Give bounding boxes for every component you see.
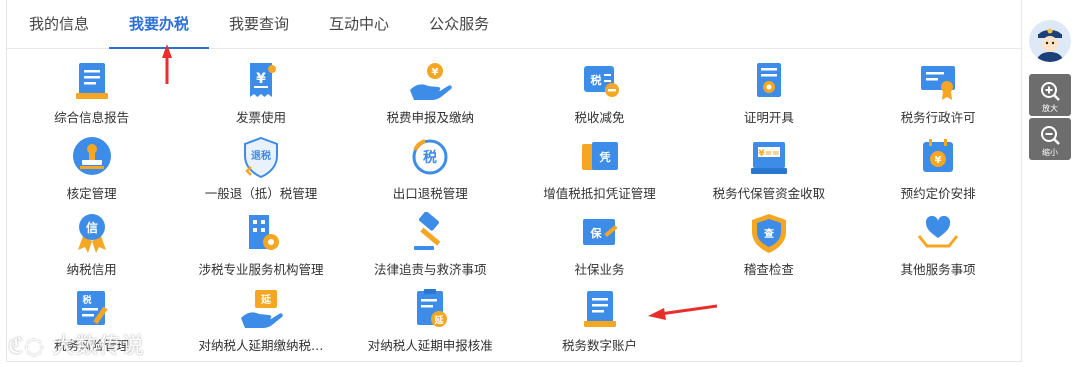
zoom-out-button[interactable]: 缩小 xyxy=(1029,118,1071,160)
zoom-out-label: 缩小 xyxy=(1042,148,1058,157)
annotation-overlay xyxy=(162,44,718,320)
zoom-in-label: 放大 xyxy=(1042,104,1058,113)
annotation-arrow-tab xyxy=(162,44,172,84)
tax-officer-avatar-icon xyxy=(1029,20,1071,62)
zoom-out-icon xyxy=(1041,126,1060,145)
assistant-avatar[interactable] xyxy=(1029,20,1071,62)
watermark-text: 大数传说 xyxy=(52,334,145,359)
watermark-logo-icon: ℭ◌ xyxy=(8,334,45,359)
zoom-in-button[interactable]: 放大 xyxy=(1029,74,1071,116)
annotation-arrow-digital-account xyxy=(648,304,718,320)
zoom-in-icon xyxy=(1041,82,1060,101)
watermark: ℭ◌ 大数传说 xyxy=(8,328,145,360)
